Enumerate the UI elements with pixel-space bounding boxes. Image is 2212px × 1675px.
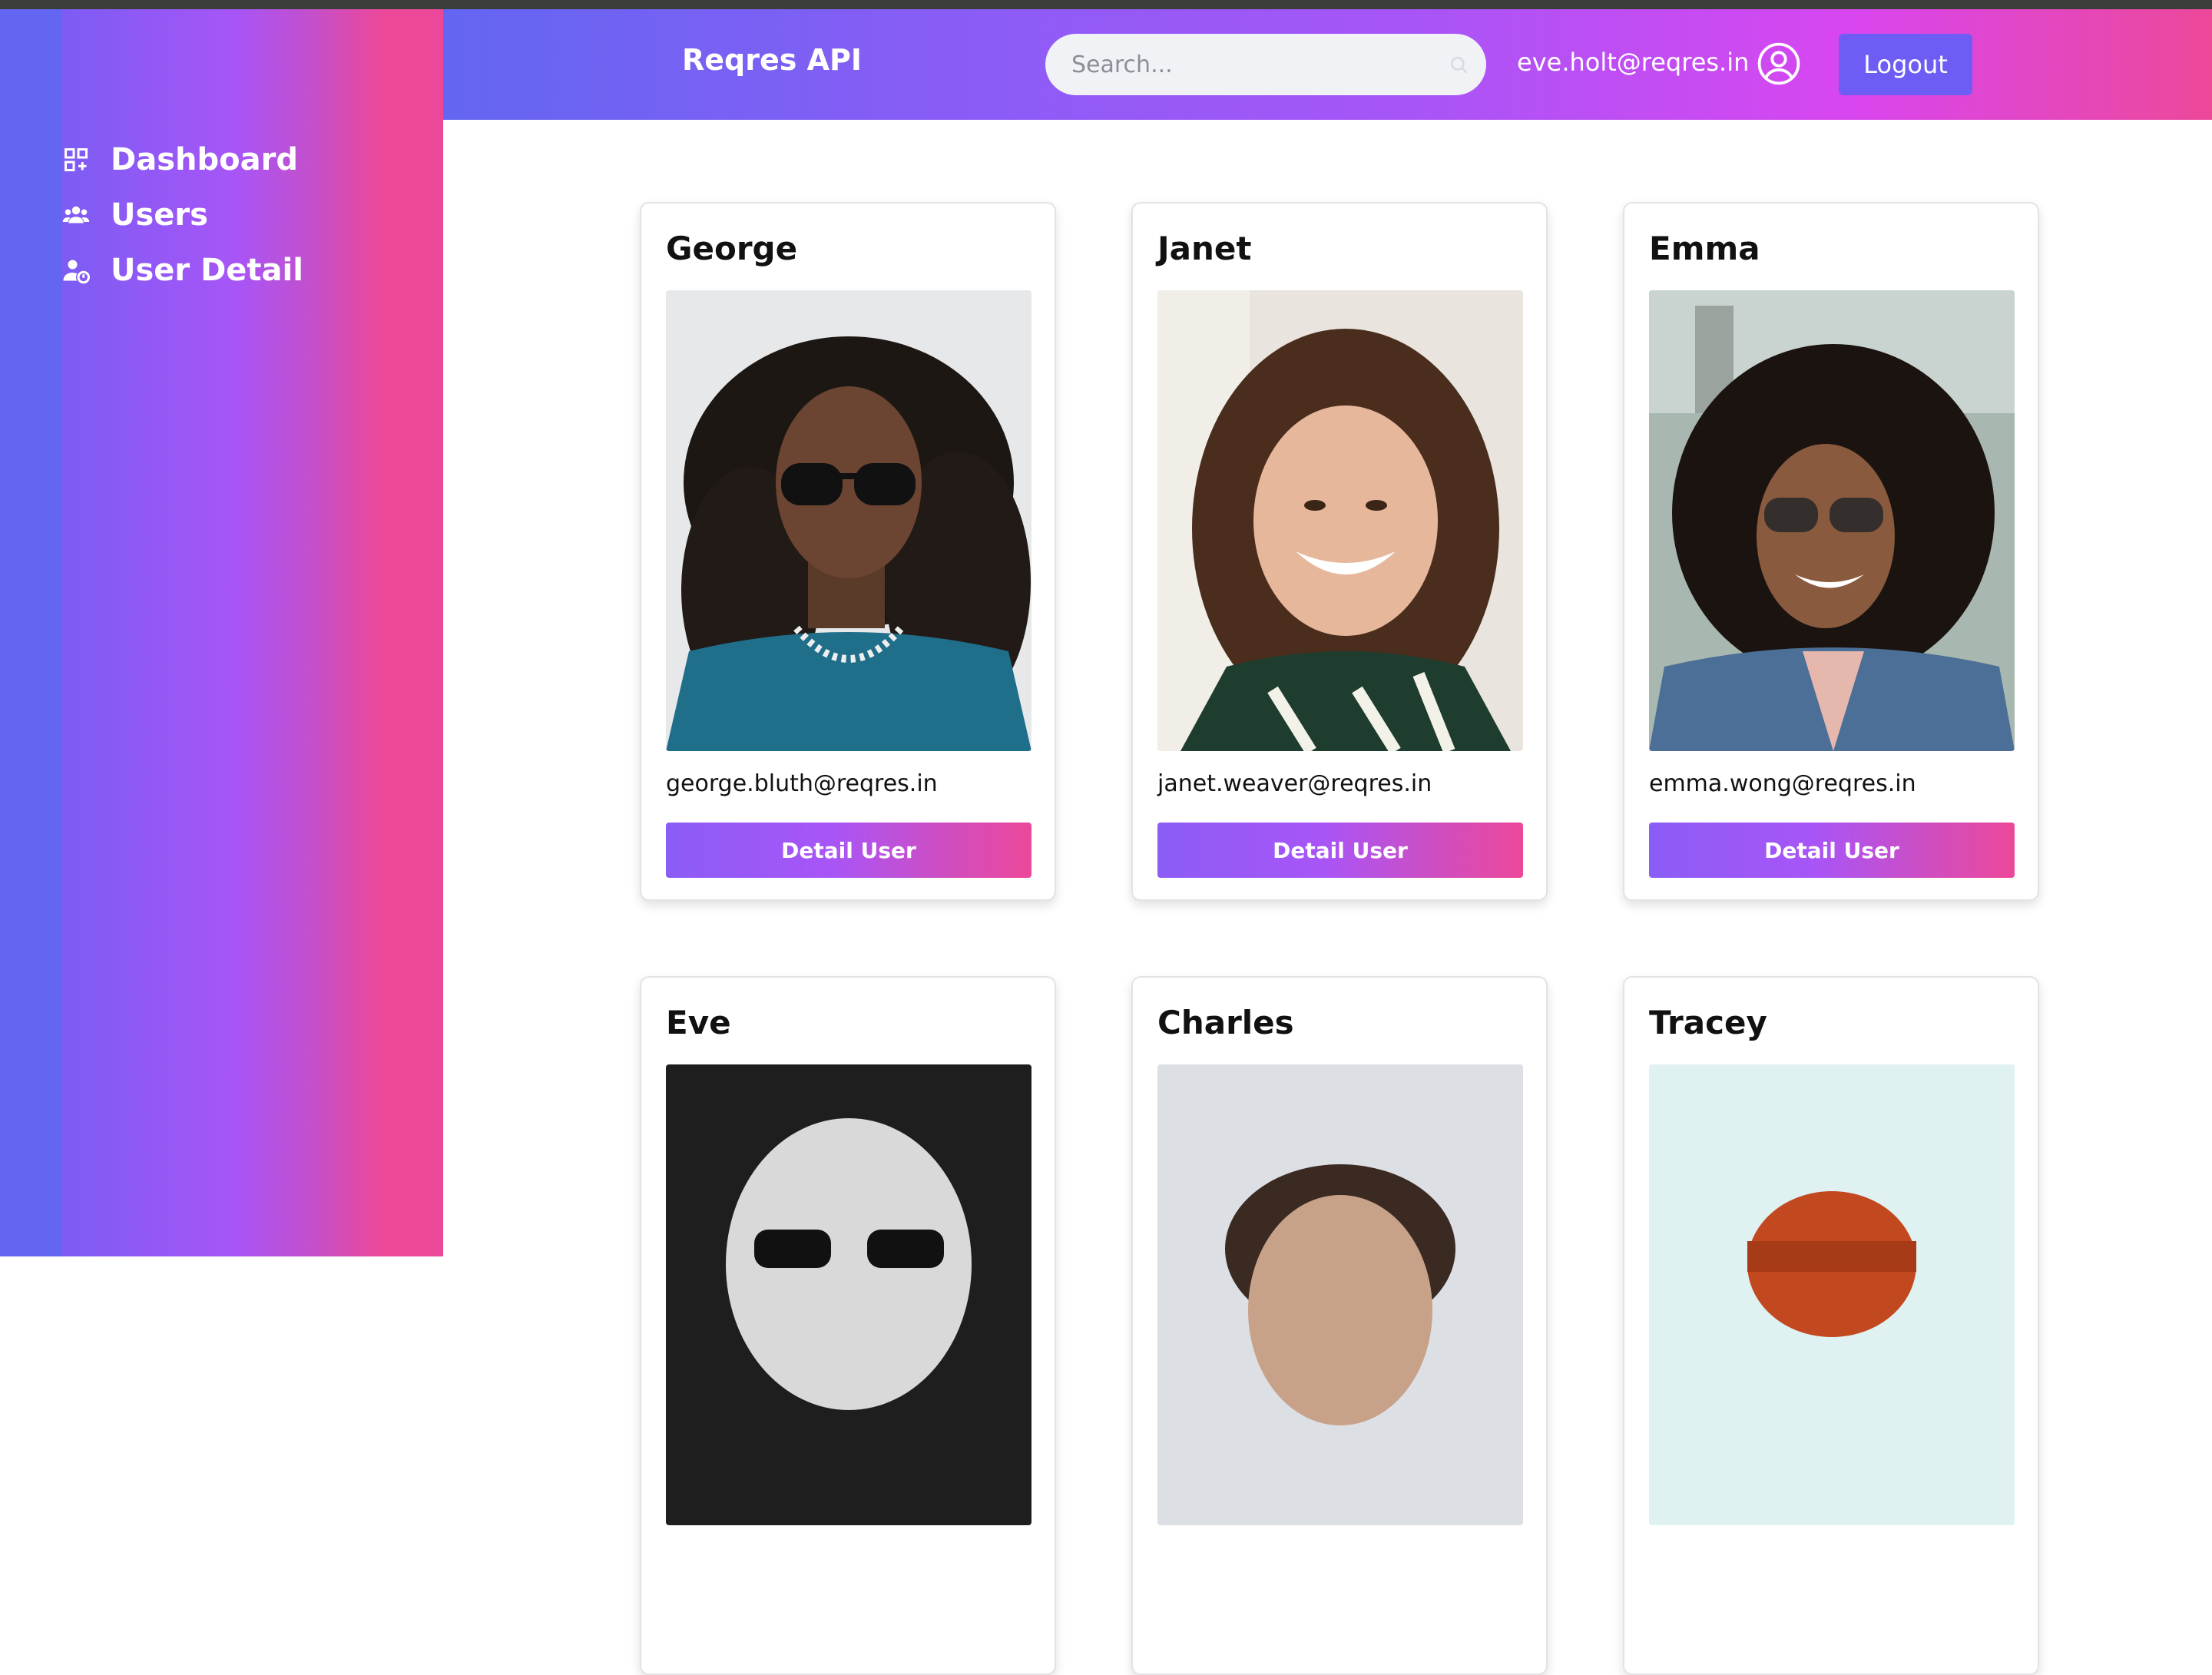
user-card: Tracey (1623, 976, 2039, 1675)
sidebar-item-label: User Detail (111, 253, 303, 288)
window-top-border (0, 0, 2212, 9)
user-card: Charles (1131, 976, 1548, 1675)
search-input[interactable] (1070, 50, 1431, 79)
user-detail-icon (61, 256, 91, 285)
user-card: Janet janet.weaver@reqres.in Detail User (1131, 202, 1548, 901)
detail-user-button[interactable]: Detail User (1649, 823, 2015, 878)
user-name: Janet (1157, 230, 1252, 267)
user-avatar (666, 290, 1031, 751)
brand-title[interactable]: Reqres API (682, 43, 862, 77)
user-card: George george.bluth@reqres.in Detail Use… (640, 202, 1056, 901)
user-name: Charles (1157, 1004, 1294, 1041)
top-header: Reqres API eve.holt@reqres.in Logout (443, 9, 2212, 120)
dashboard-grid-icon (61, 145, 91, 174)
user-email: emma.wong@reqres.in (1649, 770, 1916, 797)
sidebar-item-users[interactable]: Users (61, 187, 399, 243)
user-avatar (666, 1064, 1031, 1525)
user-avatar (1157, 290, 1523, 751)
user-name: Emma (1649, 230, 1760, 267)
user-name: Eve (666, 1004, 731, 1041)
user-name: Tracey (1649, 1004, 1767, 1041)
sidebar-nav: Dashboard Users User Detail (61, 132, 399, 298)
sidebar-item-user-detail[interactable]: User Detail (61, 243, 399, 298)
user-name: George (666, 230, 798, 267)
detail-user-button[interactable]: Detail User (1157, 823, 1523, 878)
user-email: janet.weaver@reqres.in (1157, 770, 1432, 797)
user-card: Emma emma.wong@reqres.in Detail User (1623, 202, 2039, 901)
user-card: Eve (640, 976, 1056, 1675)
sidebar: Dashboard Users User Detail (0, 9, 443, 1256)
user-email: george.bluth@reqres.in (666, 770, 938, 797)
user-account-icon[interactable] (1757, 41, 1801, 86)
sidebar-item-dashboard[interactable]: Dashboard (61, 132, 399, 187)
user-avatar (1157, 1064, 1523, 1525)
current-user-email: eve.holt@reqres.in (1517, 48, 1750, 77)
user-avatar (1649, 290, 2015, 751)
sidebar-item-label: Dashboard (111, 142, 298, 177)
search-box (1045, 34, 1486, 95)
users-group-icon (61, 200, 91, 230)
user-card-grid: George george.bluth@reqres.in Detail Use… (640, 202, 2039, 1675)
detail-user-button[interactable]: Detail User (666, 823, 1031, 878)
logout-button[interactable]: Logout (1839, 34, 1972, 95)
sidebar-item-label: Users (111, 197, 208, 233)
user-avatar (1649, 1064, 2015, 1525)
search-icon[interactable] (1449, 55, 1469, 75)
